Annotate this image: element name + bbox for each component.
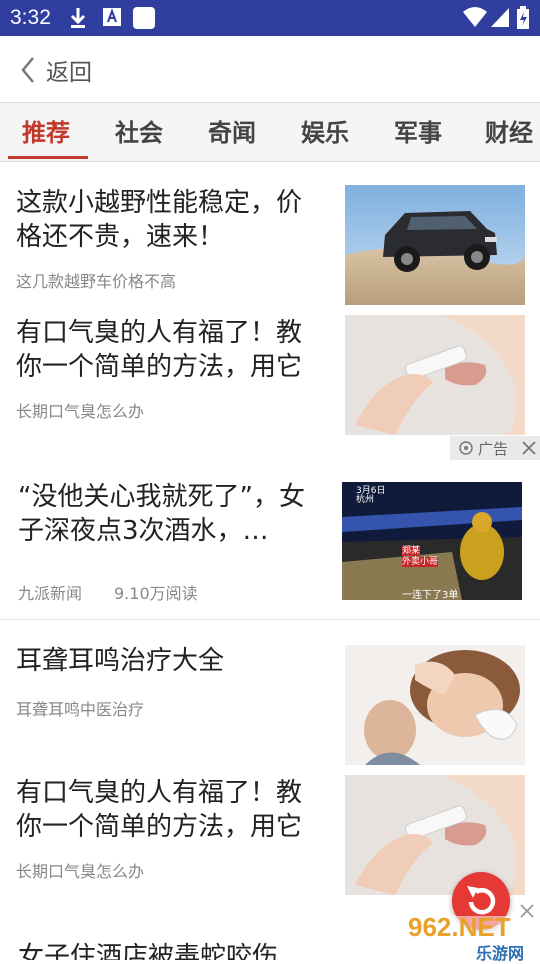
app-header: 返回 — [0, 36, 540, 102]
tab-finance[interactable]: 财经 — [485, 113, 533, 148]
close-icon[interactable] — [518, 902, 536, 920]
status-bar: 3:32 — [0, 0, 540, 36]
feed-item-title: 女子住酒店被毒蛇咬伤 — [18, 942, 279, 960]
feed-item[interactable]: “没他关心我就死了”，女子深夜点3次酒水，… 九派新闻 9.10万阅读 3月6日… — [0, 470, 540, 618]
watermark: 962.NET 乐游网 — [400, 904, 540, 963]
download-icon — [70, 8, 86, 28]
news-source: 九派新闻 — [18, 584, 83, 603]
feed-item-title: 有口气臭的人有福了！教你一个简单的方法，用它 — [16, 778, 303, 842]
back-label: 返回 — [46, 60, 92, 86]
feed-item-subtitle: 耳聋耳鸣中医治疗 — [16, 700, 145, 719]
status-time: 3:32 — [10, 6, 51, 29]
feed-item-subtitle: 长期口气臭怎么办 — [16, 402, 145, 421]
read-count: 9.10万阅读 — [114, 584, 198, 603]
video-caption: 一连下了3单 — [402, 590, 459, 600]
app-notification-icon — [133, 7, 155, 29]
tab-recommend[interactable]: 推荐 — [22, 113, 70, 148]
lip-balm-thumbnail — [345, 315, 525, 435]
tab-oddities[interactable]: 奇闻 — [208, 113, 256, 148]
ad-label: 广告 — [450, 436, 540, 460]
back-button[interactable]: 返回 — [20, 54, 92, 86]
feed-item-title: 这款小越野性能稳定，价格还不贵，速来！ — [16, 188, 303, 252]
ear-thumbnail — [345, 645, 525, 765]
watermark-subtitle: 乐游网 — [476, 944, 525, 963]
section-divider — [0, 619, 540, 620]
tab-entertainment[interactable]: 娱乐 — [301, 113, 349, 148]
ad-label-text: 广告 — [478, 439, 509, 458]
feed-item[interactable]: 耳聋耳鸣治疗大全 耳聋耳鸣中医治疗 — [0, 630, 540, 770]
feed-item-title: “没他关心我就死了”，女子深夜点3次酒水，… — [18, 482, 305, 546]
close-icon[interactable] — [520, 439, 538, 457]
tab-military[interactable]: 军事 — [394, 113, 442, 148]
video-name-tag: 郑某 — [402, 546, 421, 556]
news-video-thumbnail: 3月6日 杭州 郑某 外卖小哥 一连下了3单 — [342, 482, 522, 600]
watermark-logo-text: 962.NET — [408, 912, 511, 942]
feed-item-title: 有口气臭的人有福了！教你一个简单的方法，用它 — [16, 318, 303, 382]
feed-item-subtitle: 长期口气臭怎么办 — [16, 862, 145, 881]
category-tabs: 推荐 社会 奇闻 娱乐 军事 财经 — [0, 102, 540, 162]
video-role-tag: 外卖小哥 — [402, 557, 439, 567]
video-city: 杭州 — [356, 495, 375, 505]
chevron-left-icon — [21, 57, 34, 83]
keyboard-a-icon — [103, 8, 121, 26]
suv-thumbnail — [345, 185, 525, 305]
tab-society[interactable]: 社会 — [115, 113, 163, 148]
feed-item[interactable]: 这款小越野性能稳定，价格还不贵，速来！ 这几款越野车价格不高 — [0, 170, 540, 310]
battery-icon — [517, 6, 529, 29]
active-tab-indicator — [8, 156, 88, 159]
feed-item-title: 耳聋耳鸣治疗大全 — [16, 646, 225, 676]
wifi-icon — [463, 7, 487, 27]
feed-item-subtitle: 这几款越野车价格不高 — [16, 272, 177, 291]
signal-icon — [491, 8, 509, 27]
ad-info-icon — [459, 441, 473, 455]
